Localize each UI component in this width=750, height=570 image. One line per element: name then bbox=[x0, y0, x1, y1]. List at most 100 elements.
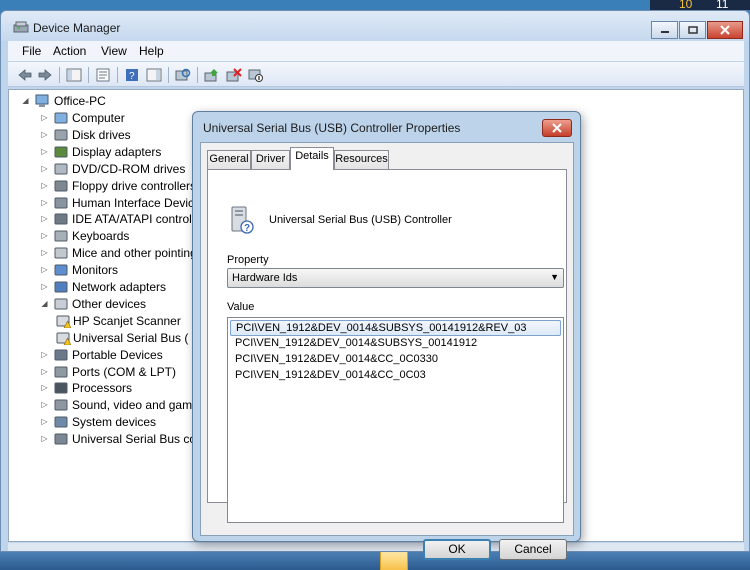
expand-icon[interactable]: ▷ bbox=[40, 367, 49, 377]
value-item[interactable]: PCI\VEN_1912&DEV_0014&SUBSYS_00141912&RE… bbox=[230, 320, 561, 336]
tab-driver[interactable]: Driver bbox=[251, 150, 290, 169]
back-arrow-icon[interactable] bbox=[17, 67, 33, 83]
disk-drive-icon bbox=[54, 129, 68, 141]
value-list[interactable]: PCI\VEN_1912&DEV_0014&SUBSYS_00141912&RE… bbox=[227, 317, 564, 523]
tree-item-label: Ports (COM & LPT) bbox=[72, 364, 177, 379]
disable-device-icon[interactable] bbox=[248, 67, 264, 83]
expand-icon[interactable]: ▷ bbox=[40, 350, 49, 360]
tree-category-item[interactable]: ▷ Monitors bbox=[35, 262, 195, 279]
tree-item-label: Display adapters bbox=[72, 144, 162, 159]
tree-category-item[interactable]: ▷ Floppy drive controllers bbox=[35, 178, 195, 195]
tree-item-label: Portable Devices bbox=[72, 347, 163, 362]
tree-category-item[interactable]: ▷ Sound, video and game controllers bbox=[35, 397, 195, 414]
tree-item-label: Network adapters bbox=[72, 280, 167, 294]
expand-icon[interactable]: ▷ bbox=[40, 383, 49, 393]
expand-icon[interactable]: ▷ bbox=[40, 400, 49, 410]
tree-category-item[interactable]: ▷ Network adapters bbox=[35, 279, 195, 296]
tree-category-item[interactable]: ▷ DVD/CD-ROM drives bbox=[35, 161, 195, 178]
mouse-icon bbox=[54, 247, 68, 259]
close-icon bbox=[720, 25, 730, 35]
ok-button[interactable]: OK bbox=[423, 539, 491, 560]
other-devices-icon bbox=[54, 298, 68, 310]
action-pane-icon[interactable] bbox=[146, 67, 162, 83]
uninstall-icon[interactable] bbox=[226, 67, 242, 83]
collapse-icon[interactable]: ◢ bbox=[40, 299, 49, 309]
expand-icon[interactable]: ▷ bbox=[40, 181, 49, 191]
svg-text:?: ? bbox=[244, 223, 250, 234]
port-icon bbox=[54, 366, 68, 377]
tree-category-item[interactable]: ▷ Keyboards bbox=[35, 228, 195, 245]
restore-button[interactable] bbox=[679, 21, 706, 39]
toolbar-separator bbox=[197, 67, 198, 83]
menu-action[interactable]: Action bbox=[53, 43, 86, 59]
tree-category-item[interactable]: ◢ Other devices bbox=[35, 296, 195, 313]
tree-root[interactable]: ◢ Office-PC bbox=[17, 93, 217, 110]
chevron-down-icon: ▼ bbox=[550, 272, 559, 282]
tree-category-item[interactable]: ▷ System devices bbox=[35, 414, 195, 431]
window-title: Device Manager bbox=[33, 21, 121, 35]
tab-general[interactable]: General bbox=[207, 150, 251, 169]
collapse-icon[interactable]: ◢ bbox=[21, 96, 30, 106]
dialog-close-button[interactable] bbox=[542, 119, 572, 137]
expand-icon[interactable]: ▷ bbox=[40, 214, 49, 224]
tab-details[interactable]: Details bbox=[290, 147, 334, 170]
expand-icon[interactable]: ▷ bbox=[40, 130, 49, 140]
expand-icon[interactable]: ▷ bbox=[40, 248, 49, 258]
tree-category-item[interactable]: ▷ IDE ATA/ATAPI controllers bbox=[35, 211, 195, 228]
tree-category-item[interactable]: ▷ Processors bbox=[35, 380, 195, 397]
help-icon[interactable]: ? bbox=[124, 67, 140, 83]
expand-icon[interactable]: ▷ bbox=[40, 265, 49, 275]
update-driver-icon[interactable] bbox=[204, 67, 220, 83]
scan-hardware-icon[interactable] bbox=[175, 67, 191, 83]
system-device-icon bbox=[54, 416, 68, 428]
close-icon bbox=[552, 123, 562, 133]
minimize-button[interactable] bbox=[651, 21, 678, 39]
tab-resources[interactable]: Resources bbox=[334, 150, 389, 169]
menu-view[interactable]: View bbox=[101, 43, 127, 59]
tree-category-item[interactable]: ▷ Mice and other pointing devices bbox=[35, 245, 195, 262]
tree-category-item[interactable]: ▷ Human Interface Devices bbox=[35, 195, 195, 212]
expand-icon[interactable]: ▷ bbox=[40, 164, 49, 174]
restore-icon bbox=[687, 26, 698, 34]
value-item[interactable]: PCI\VEN_1912&DEV_0014&SUBSYS_00141912 bbox=[230, 336, 561, 352]
tree-category-item[interactable]: ▷ Portable Devices bbox=[35, 347, 195, 364]
tree-item-label: DVD/CD-ROM drives bbox=[72, 161, 186, 176]
network-adapter-icon bbox=[54, 281, 68, 293]
tree-category-item[interactable]: ▷ Computer bbox=[35, 110, 195, 127]
expand-icon[interactable]: ▷ bbox=[40, 198, 49, 208]
tree-category-item[interactable]: ▷ Universal Serial Bus controllers bbox=[35, 431, 195, 448]
tree-category-item[interactable]: ▷ Disk drives bbox=[35, 127, 195, 144]
cancel-button[interactable]: Cancel bbox=[499, 539, 567, 560]
property-dropdown[interactable]: Hardware Ids ▼ bbox=[227, 268, 564, 288]
title-bar[interactable]: Device Manager bbox=[1, 11, 749, 41]
keyboard-icon bbox=[54, 230, 68, 242]
expand-icon[interactable]: ▷ bbox=[40, 282, 49, 292]
forward-arrow-icon[interactable] bbox=[37, 67, 53, 83]
properties-icon[interactable] bbox=[95, 67, 111, 83]
expand-icon[interactable]: ▷ bbox=[40, 231, 49, 241]
status-bar bbox=[8, 543, 744, 551]
expand-icon[interactable]: ▷ bbox=[40, 147, 49, 157]
value-item[interactable]: PCI\VEN_1912&DEV_0014&CC_0C0330 bbox=[230, 352, 561, 368]
menu-file[interactable]: File bbox=[22, 43, 41, 59]
expand-icon[interactable]: ▷ bbox=[40, 434, 49, 444]
taskbar-button[interactable] bbox=[380, 552, 408, 570]
tree-item-label: Other devices bbox=[72, 296, 147, 311]
close-button[interactable] bbox=[707, 21, 743, 39]
menu-bar: File Action View Help bbox=[8, 41, 744, 61]
details-panel: ? Universal Serial Bus (USB) Controller … bbox=[207, 169, 567, 523]
tree-category-item[interactable]: ▷ Display adapters bbox=[35, 144, 195, 161]
expand-icon[interactable]: ▷ bbox=[40, 417, 49, 427]
tree-item-label: Sound, video and game controllers bbox=[72, 398, 195, 413]
tree-category-item[interactable]: ▷ Ports (COM & LPT) bbox=[35, 364, 195, 381]
menu-help[interactable]: Help bbox=[139, 43, 164, 59]
desktop-clock-area: 10 11 bbox=[650, 0, 750, 11]
warning-device-icon bbox=[56, 315, 71, 328]
value-item[interactable]: PCI\VEN_1912&DEV_0014&CC_0C03 bbox=[230, 368, 561, 384]
expand-icon[interactable]: ▷ bbox=[40, 113, 49, 123]
minimize-icon bbox=[660, 31, 669, 33]
toolbar-separator bbox=[59, 67, 60, 83]
tree-child-item[interactable]: HP Scanjet Scanner bbox=[53, 313, 189, 330]
tree-child-item[interactable]: Universal Serial Bus (USB) Controller bbox=[53, 330, 189, 347]
show-hide-console-tree-icon[interactable] bbox=[66, 67, 82, 83]
